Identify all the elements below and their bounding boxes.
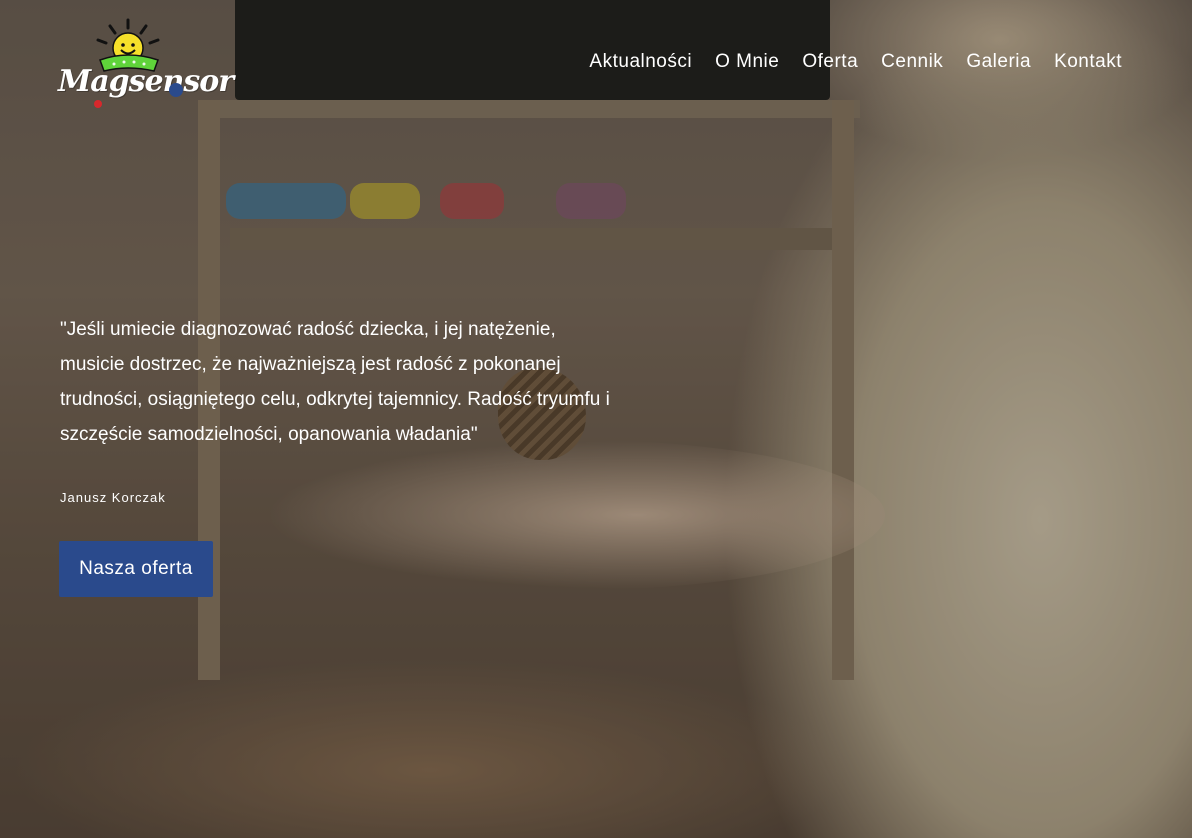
nav-item-cennik[interactable]: Cennik [881,51,943,73]
our-offer-button[interactable]: Nasza oferta [59,541,213,597]
logo-dots-icon [94,83,183,108]
hero-quote: "Jeśli umiecie diagnozować radość dzieck… [60,319,610,445]
nav-item-kontakt[interactable]: Kontakt [1054,51,1122,73]
nav-item-aktualnosci[interactable]: Aktualności [589,51,692,73]
nav-item-o-mnie[interactable]: O Mnie [715,51,779,73]
logo[interactable]: Magsensor [58,16,234,112]
quote-author: Janusz Korczak [60,490,166,505]
nav-item-oferta[interactable]: Oferta [802,51,858,73]
main-nav: Aktualności O Mnie Oferta Cennik Galeria… [589,51,1122,73]
nav-item-galeria[interactable]: Galeria [966,51,1031,73]
